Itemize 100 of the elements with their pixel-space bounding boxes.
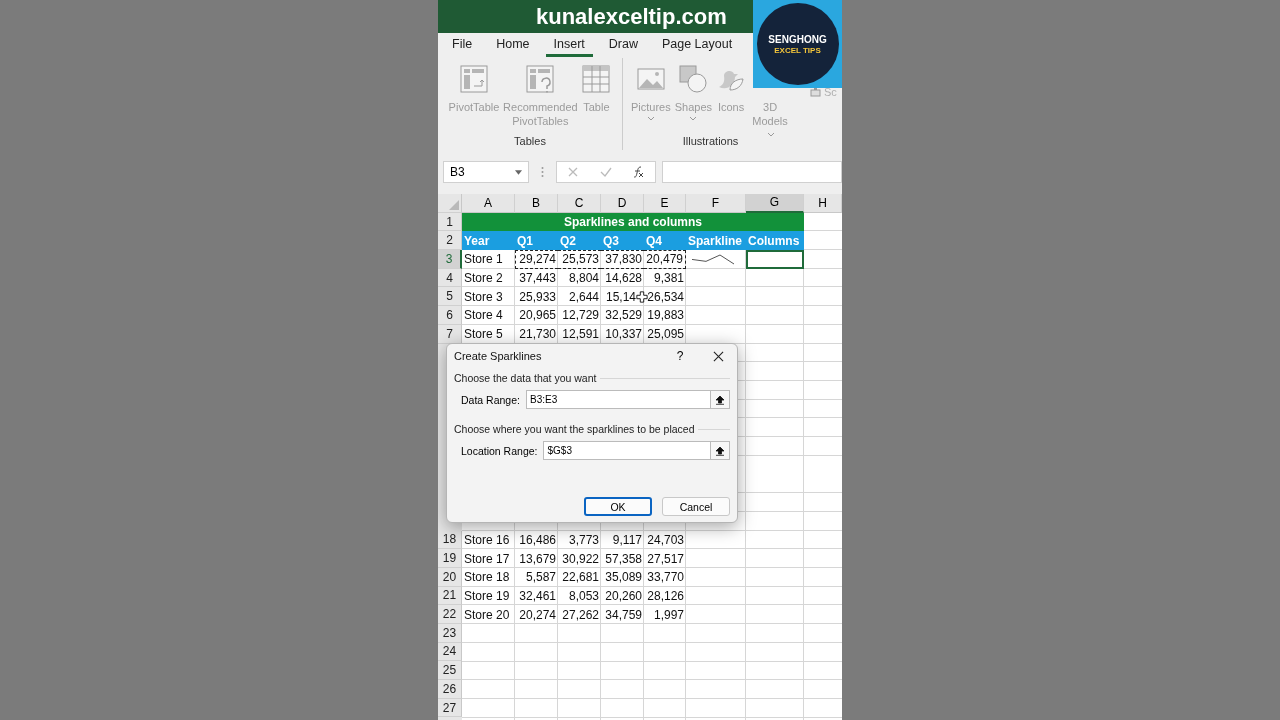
row-number[interactable]: 22	[438, 605, 462, 624]
table-cell-text: 35,089	[604, 569, 643, 587]
column-header[interactable]: D	[601, 194, 644, 213]
selected-cell[interactable]	[746, 250, 804, 269]
table-cell-text: 8,053	[567, 587, 600, 605]
table-cell-text: 14,628	[604, 270, 643, 288]
cancel-button[interactable]: Cancel	[662, 497, 730, 516]
table-cell-text: 33,770	[646, 569, 685, 587]
logo-title: SENGHONG	[768, 33, 827, 45]
table-cell-text: 27,262	[561, 606, 600, 624]
table-cell-text: 37,443	[518, 270, 557, 288]
function-icon[interactable]	[632, 166, 645, 178]
header-cell: Columns	[746, 231, 804, 251]
column-header[interactable]: F	[686, 194, 746, 213]
table-cell-text: 32,461	[518, 587, 557, 605]
camera-icon	[810, 87, 822, 97]
table-cell-text: Store 1	[463, 251, 504, 269]
table-cell-text: Store 4	[463, 307, 504, 325]
table-cell-text: 9,117	[611, 531, 643, 549]
header-cell: Q1	[515, 231, 558, 251]
pivot-table-icon	[459, 64, 489, 94]
check-icon[interactable]	[600, 166, 612, 178]
ok-button[interactable]: OK	[584, 497, 652, 516]
table-cell-text: Store 19	[463, 587, 511, 605]
table-icon	[581, 64, 612, 94]
range-field[interactable]: $G$3	[543, 441, 710, 460]
column-header[interactable]: G	[746, 194, 804, 213]
up-arrow-icon	[715, 394, 725, 405]
section-heading: Choose the data that you want	[454, 372, 597, 384]
header-cell: Q4	[644, 231, 686, 251]
pivot-table-question-icon	[525, 64, 556, 94]
table-cell-text: 13,679	[518, 550, 557, 568]
table-cell-text: 26,534	[646, 288, 685, 306]
table-cell-text: 16,486	[518, 531, 557, 549]
dropdown-icon	[515, 169, 522, 175]
collapse-button[interactable]	[710, 390, 730, 409]
table-cell-text: 27,517	[646, 550, 685, 568]
collapse-button[interactable]	[710, 441, 730, 460]
ribbon-tab[interactable]: Home	[488, 34, 538, 57]
ribbon-tab[interactable]: Draw	[600, 34, 646, 57]
field-label: Data Range:	[461, 393, 520, 406]
column-header[interactable]: A	[462, 194, 515, 213]
help-button[interactable]: ?	[668, 348, 692, 364]
table-cell-text: 25,933	[518, 288, 557, 306]
close-icon	[712, 350, 724, 362]
field-label: Location Range:	[461, 444, 538, 457]
table-cell-text: 34,759	[604, 606, 643, 624]
table-cell: 37,830	[601, 250, 644, 269]
row-number[interactable]: 5	[438, 287, 462, 307]
table-cell-text: 9,381	[652, 270, 685, 288]
table-cell-text: 24,703	[646, 531, 685, 549]
formula-input[interactable]	[662, 161, 842, 183]
table-cell: 29,274	[515, 250, 558, 269]
table-cell-text: 5,587	[524, 569, 557, 587]
ribbon-tab[interactable]: Page Layout	[653, 34, 741, 57]
row-number[interactable]: 26	[438, 680, 462, 699]
section-heading: Choose where you want the sparklines to be placed	[454, 423, 695, 435]
row-number[interactable]: 3	[438, 250, 462, 269]
table-cell-text: Store 3	[463, 288, 504, 306]
column-header[interactable]: H	[804, 194, 842, 213]
row-number[interactable]: 2	[438, 231, 462, 251]
table-cell-text: 22,681	[561, 569, 600, 587]
table-cell-text: 1,997	[652, 606, 685, 624]
table-cell-text: 20,260	[604, 587, 643, 605]
table-cell-text: 20,274	[518, 606, 557, 624]
table-cell-text: 12,729	[561, 307, 600, 325]
table-cell-text: 12,591	[561, 326, 600, 344]
row-number[interactable]: 6	[438, 306, 462, 325]
row-number[interactable]: 19	[438, 549, 462, 568]
table-cell-text: 20,965	[518, 307, 557, 325]
header-cell: Q3	[601, 231, 644, 251]
header-cell: Q2	[558, 231, 601, 251]
table-cell-text: 2,644	[567, 288, 600, 306]
table-cell-text: Store 5	[463, 326, 504, 344]
table-cell-text: Store 17	[463, 550, 511, 568]
column-header[interactable]: C	[558, 194, 601, 213]
name-box[interactable]: B3	[443, 161, 529, 183]
table-cell-text: 32,529	[604, 307, 643, 325]
column-header[interactable]: E	[644, 194, 686, 213]
table-cell-text: Store 2	[463, 270, 504, 288]
table-cell-text: 57,358	[604, 550, 643, 568]
row-number[interactable]: 25	[438, 661, 462, 680]
table-cell-text: Store 18	[463, 569, 511, 587]
site-url: kunalexceltip.com	[536, 3, 727, 30]
header-cell: Sparkline	[686, 231, 746, 251]
table-cell-text: 21,730	[518, 326, 557, 344]
column-header[interactable]: B	[515, 194, 558, 213]
header-cell: Year	[462, 231, 515, 251]
group-label: Illustrations	[682, 135, 739, 149]
table-cell-text: 30,922	[561, 550, 600, 568]
table-cell-text: Store 20	[463, 606, 511, 624]
row-number[interactable]: 18	[438, 530, 462, 550]
table-cell-text: 10,337	[604, 326, 643, 344]
table-cell-text: 3,773	[567, 531, 600, 549]
select-all-icon	[449, 199, 459, 210]
table-cell: 25,573	[558, 250, 601, 269]
table-cell-text: 25,095	[646, 326, 685, 344]
table-cell-text: 28,126	[646, 587, 685, 605]
range-field[interactable]: B3:E3	[525, 390, 710, 409]
ribbon-tab[interactable]: File	[444, 34, 481, 57]
